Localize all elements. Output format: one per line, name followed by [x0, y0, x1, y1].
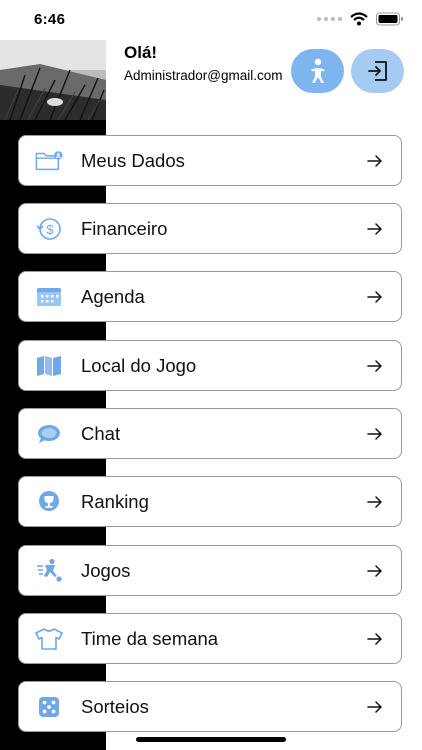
money-icon: $: [35, 216, 63, 242]
status-icons: [316, 12, 404, 26]
menu-item-financeiro[interactable]: $ Financeiro: [18, 203, 402, 254]
status-bar: 6:46: [0, 0, 422, 40]
battery-icon: [376, 12, 403, 26]
menu-item-label: Local do Jogo: [81, 355, 197, 376]
home-indicator[interactable]: [136, 737, 286, 742]
chat-icon: [35, 421, 63, 447]
person-icon: [310, 58, 325, 83]
dice-icon: [35, 694, 63, 720]
menu-item-sorteios[interactable]: Sorteios: [18, 681, 402, 732]
arrow-right-icon: [367, 155, 383, 167]
status-time: 6:46: [34, 11, 66, 28]
arrow-right-icon: [367, 496, 383, 508]
arrow-right-icon: [367, 633, 383, 645]
arrow-right-icon: [367, 291, 383, 303]
folder-user-icon: [35, 148, 63, 174]
menu-item-label: Financeiro: [81, 218, 168, 239]
greeting-title: Olá!: [124, 43, 158, 62]
menu-item-label: Time da semana: [81, 628, 219, 649]
shirt-icon: [35, 626, 63, 652]
profile-button[interactable]: [291, 49, 344, 93]
logout-button[interactable]: [351, 49, 404, 93]
menu-item-jogos[interactable]: Jogos: [18, 545, 402, 596]
map-icon: [35, 353, 63, 379]
arrow-right-icon: [367, 701, 383, 713]
menu-item-local-do-jogo[interactable]: Local do Jogo: [18, 340, 402, 391]
arrow-right-icon: [367, 428, 383, 440]
trophy-icon: [35, 489, 63, 515]
menu-item-time-da-semana[interactable]: Time da semana: [18, 613, 402, 664]
svg-text:$: $: [46, 222, 54, 237]
arrow-right-icon: [367, 565, 383, 577]
menu-item-chat[interactable]: Chat: [18, 408, 402, 459]
menu-item-meus-dados[interactable]: Meus Dados: [18, 135, 402, 186]
menu-item-label: Jogos: [81, 560, 131, 581]
calendar-icon: [35, 284, 63, 310]
arrow-right-icon: [367, 223, 383, 235]
menu-item-label: Meus Dados: [81, 150, 185, 171]
arrow-right-icon: [367, 360, 383, 372]
profile-photo: [0, 40, 106, 120]
menu-item-label: Ranking: [81, 491, 149, 512]
logout-icon: [367, 61, 387, 81]
wifi-icon: [350, 12, 368, 26]
cellular-dots-icon: [317, 17, 342, 21]
menu-item-label: Chat: [81, 423, 121, 444]
menu-item-label: Sorteios: [81, 696, 149, 717]
menu-item-agenda[interactable]: Agenda: [18, 271, 402, 322]
player-kick-icon: [35, 558, 63, 584]
menu-item-ranking[interactable]: Ranking: [18, 476, 402, 527]
menu-item-label: Agenda: [81, 286, 145, 307]
